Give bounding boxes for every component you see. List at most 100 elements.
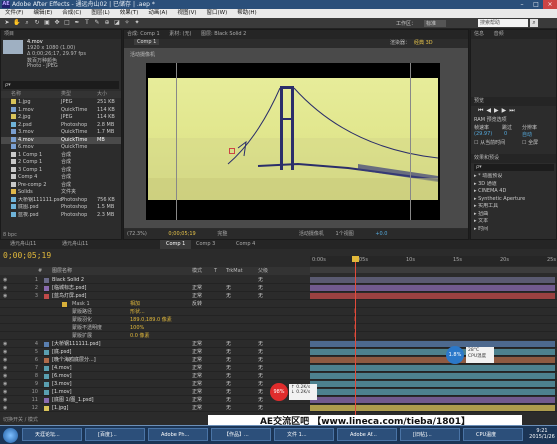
tab-timeline-comp3[interactable]: Comp 3 <box>196 240 215 249</box>
layer-row[interactable]: ◉ 6 [晚个海鸥底层分...] 正常 无 无 <box>0 356 310 364</box>
minimize-button[interactable]: – <box>515 0 529 9</box>
taskbar-app-button[interactable]: [百度]... <box>85 428 145 441</box>
layer-row[interactable]: ◉ 11 [底图 1/图_1.psd] 正常 无 无 <box>0 396 310 404</box>
work-area-bar[interactable] <box>310 267 557 273</box>
project-item[interactable]: 2.jpg JPEG 114 KB <box>1 114 121 122</box>
layer-trkmat[interactable]: 无 <box>226 404 231 412</box>
layer-parent[interactable]: 无 <box>258 380 263 388</box>
layer-row[interactable]: ◉ 1 Black Solid 2 无 <box>0 276 310 284</box>
layer-mode[interactable]: 正常 <box>192 284 202 292</box>
label-color-swatch[interactable] <box>44 373 49 379</box>
puppet-tool-icon[interactable]: ✦ <box>133 19 141 27</box>
label-color-swatch[interactable] <box>44 277 49 283</box>
menu-layer[interactable]: 图层(L) <box>86 9 114 18</box>
start-button-icon[interactable] <box>3 428 18 443</box>
taskbar-app-button[interactable]: Adobe Ph... <box>148 428 208 441</box>
taskbar-app-button[interactable]: 天涯论坛... <box>22 428 82 441</box>
layer-parent[interactable]: 无 <box>258 372 263 380</box>
playhead-handle-icon[interactable] <box>352 256 359 262</box>
visibility-eye-icon[interactable]: ◉ <box>3 404 7 412</box>
effects-search-input[interactable]: ρ▾ <box>474 164 554 171</box>
layer-parent[interactable]: 无 <box>258 364 263 372</box>
layer-duration-bar[interactable] <box>310 373 555 379</box>
label-color-swatch[interactable] <box>44 365 49 371</box>
menu-animation[interactable]: 动画(A) <box>143 9 172 18</box>
layer-parent[interactable]: 无 <box>258 284 263 292</box>
project-item[interactable]: 大桥钢111111.psd Photoshop 756 KB <box>1 196 121 205</box>
comp-breadcrumb[interactable]: Comp 1 <box>134 39 160 45</box>
layer-mode[interactable]: 0.0 像素 <box>130 332 150 340</box>
tab-layer[interactable]: 图层: Black Solid 2 <box>201 31 246 37</box>
layer-property-row[interactable]: Mask 1 相加 反转 <box>0 300 310 308</box>
project-item[interactable]: 4.mov QuickTime MB <box>1 136 121 144</box>
current-time-indicator[interactable] <box>355 256 356 416</box>
taskbar-app-button[interactable]: 文件 1... <box>274 428 334 441</box>
tab-info[interactable]: 信息 <box>474 31 484 37</box>
layer-mode[interactable]: 形状... <box>130 308 145 316</box>
layer-duration-bar[interactable] <box>310 285 555 291</box>
layer-mode[interactable]: 相加 <box>130 300 140 308</box>
pan-behind-tool-icon[interactable]: ✥ <box>53 19 61 27</box>
col-type[interactable]: 类型 <box>61 91 71 98</box>
view-select[interactable]: 活动摄像机 <box>299 231 324 237</box>
menu-file[interactable]: 文件(F) <box>0 9 28 18</box>
layer-property-row[interactable]: 蒙版不透明度 100% <box>0 324 310 332</box>
col-size[interactable]: 大小 <box>97 91 107 98</box>
layer-mode[interactable]: 正常 <box>192 388 202 396</box>
layer-trkmat[interactable]: 无 <box>226 292 231 300</box>
layer-trkmat[interactable]: 无 <box>226 364 231 372</box>
project-item[interactable]: 蓝夜.psd Photoshop 2.3 MB <box>1 211 121 220</box>
layer-row[interactable]: ◉ 3 [蓝鸟灯屏.psd] 正常 无 无 <box>0 292 310 300</box>
layer-mode[interactable]: 正常 <box>192 404 202 412</box>
layer-property-row[interactable]: 蒙版扩展 0.0 像素 <box>0 332 310 340</box>
layer-mode[interactable]: 正常 <box>192 340 202 348</box>
tab-timeline-1[interactable]: 通元舟山11 <box>10 240 36 249</box>
col-mode[interactable]: 模式 <box>192 267 202 275</box>
col-trkmat[interactable]: TrkMat <box>226 267 243 275</box>
layer-parent[interactable]: 无 <box>258 348 263 356</box>
layer-parent[interactable]: 无 <box>258 356 263 364</box>
layer-duration-bar[interactable] <box>310 397 555 403</box>
project-bpc[interactable]: 8 bpc <box>3 232 17 238</box>
layer-trkmat[interactable]: 无 <box>226 284 231 292</box>
visibility-eye-icon[interactable]: ◉ <box>3 364 7 372</box>
help-search-input[interactable]: 搜索帮助 <box>478 19 528 27</box>
hand-tool-icon[interactable]: ✋ <box>13 19 21 27</box>
resolution-select[interactable]: 完整 <box>217 231 227 237</box>
selection-tool-icon[interactable]: ➤ <box>3 19 11 27</box>
brush-tool-icon[interactable]: ✎ <box>93 19 101 27</box>
layer-mode[interactable]: 正常 <box>192 348 202 356</box>
tab-footage[interactable]: 素材: (无) <box>169 31 191 37</box>
tab-preview[interactable]: 预览 <box>471 97 556 106</box>
anchor-point-icon[interactable] <box>229 148 235 154</box>
from-current-checkbox[interactable]: ☐ 从当前时间 <box>474 139 505 146</box>
col-layer-name[interactable]: 图层名称 <box>52 267 72 275</box>
label-color-swatch[interactable] <box>44 293 49 299</box>
menu-help[interactable]: 帮助(H) <box>232 9 261 18</box>
layer-duration-bar[interactable] <box>310 293 555 299</box>
layer-parent[interactable]: 无 <box>258 404 263 412</box>
pen-tool-icon[interactable]: ✒ <box>73 19 81 27</box>
visibility-eye-icon[interactable]: ◉ <box>3 372 7 380</box>
menu-composition[interactable]: 合成(C) <box>57 9 86 18</box>
layer-row[interactable]: ◉ 7 [4.mov] 正常 无 无 <box>0 364 310 372</box>
layer-mode[interactable]: 189.0,189.0 像素 <box>130 316 172 324</box>
close-button[interactable]: × <box>543 0 557 9</box>
tab-audio[interactable]: 音频 <box>494 31 504 37</box>
visibility-eye-icon[interactable]: ◉ <box>3 356 7 364</box>
taskbar-clock[interactable]: 9:21 2015/1/26 <box>528 428 556 440</box>
visibility-eye-icon[interactable]: ◉ <box>3 396 7 404</box>
layer-mode[interactable]: 正常 <box>192 292 202 300</box>
tab-composition[interactable]: 合成: Comp 1 <box>127 31 160 37</box>
project-item[interactable]: 底图.psd Photoshop 1.5 MB <box>1 204 121 212</box>
tab-timeline-comp4[interactable]: Comp 4 <box>236 240 255 249</box>
project-item[interactable]: 2.psd Photoshop 2.8 MB <box>1 121 121 130</box>
project-item[interactable]: Solids 文件夹 <box>1 189 121 197</box>
guide-line[interactable] <box>410 63 411 220</box>
tab-timeline-2[interactable]: 通元舟山11 <box>62 240 88 249</box>
resolution-value[interactable]: 自动 <box>522 131 532 138</box>
label-color-swatch[interactable] <box>62 301 67 307</box>
layer-row[interactable]: ◉ 10 [1.mov] 正常 无 无 <box>0 388 310 396</box>
taskbar-app-button[interactable]: CPU温度 <box>463 428 523 441</box>
text-tool-icon[interactable]: T <box>83 19 91 27</box>
